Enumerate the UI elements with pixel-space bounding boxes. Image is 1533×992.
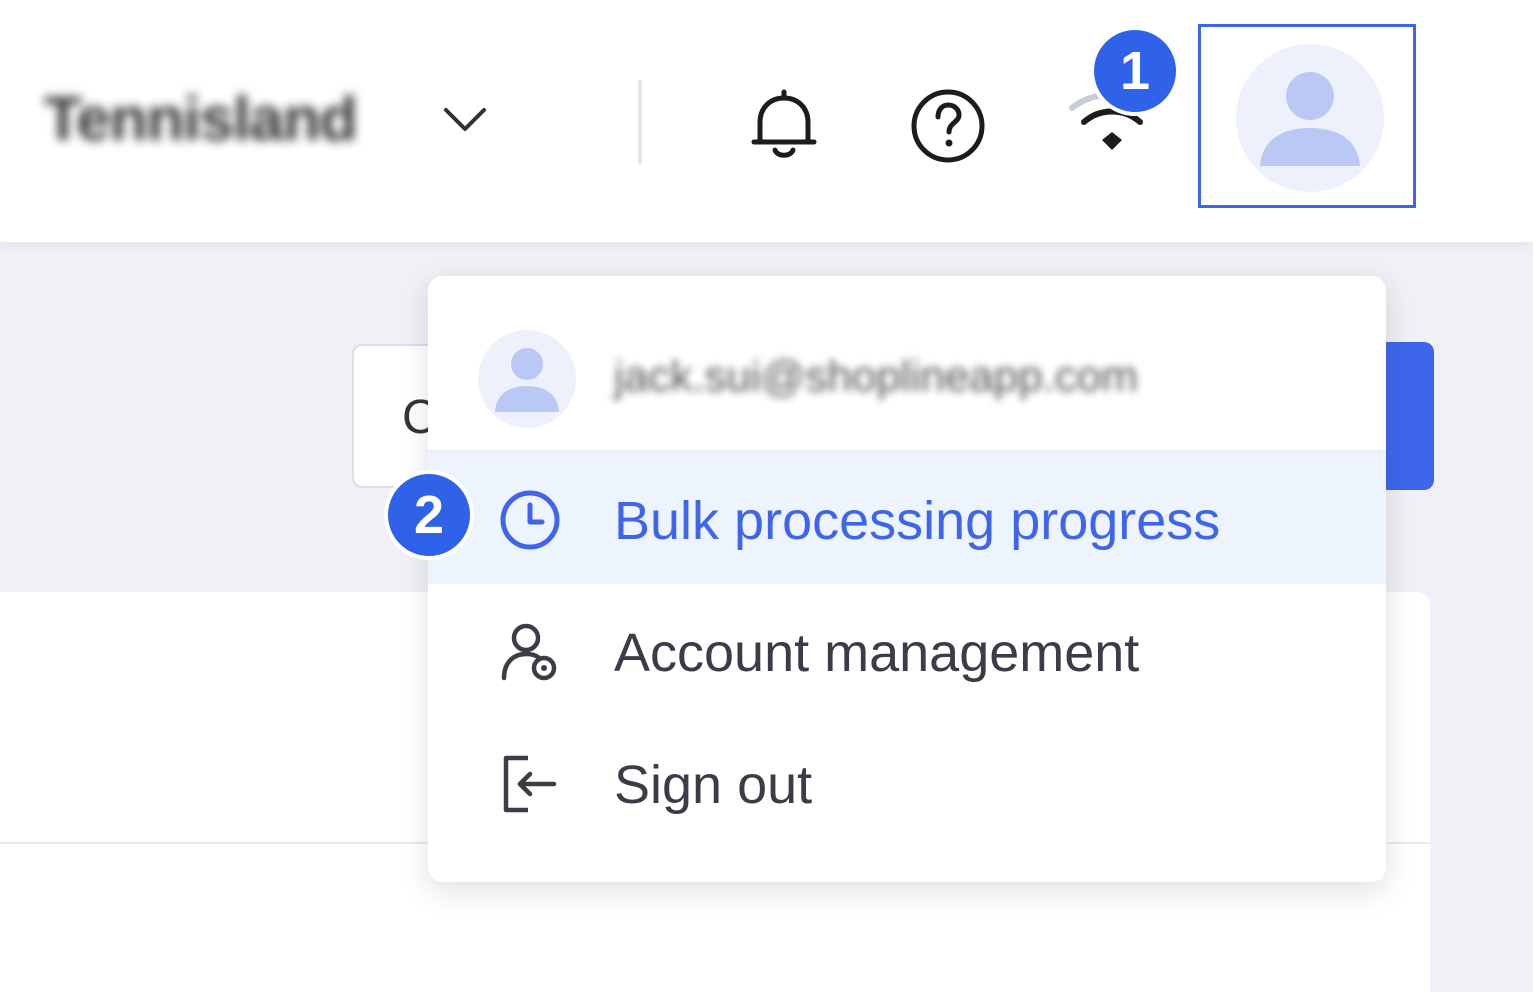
store-name[interactable]: Tennisland: [44, 84, 358, 155]
clock-icon: [500, 490, 560, 550]
menu-item-account-management[interactable]: Account management: [428, 584, 1386, 716]
menu-item-sign-out[interactable]: Sign out: [428, 716, 1386, 848]
step-badge-1: 1: [1090, 26, 1180, 116]
step-badge-2: 2: [384, 470, 474, 560]
dropdown-user-header: jack.sui@shoplineapp.com: [428, 276, 1386, 452]
menu-item-label: Bulk processing progress: [614, 491, 1221, 551]
menu-item-label: Account management: [614, 623, 1140, 683]
account-dropdown-menu: jack.sui@shoplineapp.com Bulk processing…: [428, 276, 1386, 882]
user-settings-icon: [501, 623, 557, 681]
header-divider: [638, 80, 642, 164]
help-icon[interactable]: [906, 84, 990, 168]
bell-icon[interactable]: [744, 82, 824, 162]
avatar-icon: [1236, 44, 1384, 192]
menu-item-label: Sign out: [614, 755, 813, 815]
menu-item-bulk-processing-progress[interactable]: Bulk processing progress: [428, 452, 1386, 584]
avatar-button[interactable]: [1198, 24, 1416, 208]
user-avatar-icon: [478, 330, 576, 428]
chevron-down-icon[interactable]: [440, 100, 490, 140]
top-bar: Tennisland: [0, 0, 1533, 242]
user-email: jack.sui@shoplineapp.com: [614, 352, 1139, 401]
sign-out-icon: [503, 755, 557, 813]
